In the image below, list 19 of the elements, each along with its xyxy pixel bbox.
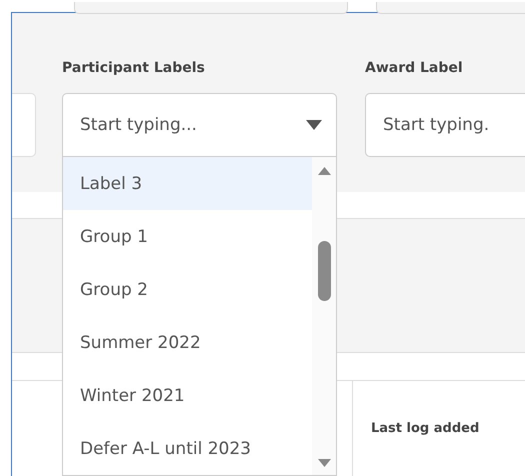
scroll-up-icon[interactable] xyxy=(318,167,331,175)
field-label: Participant Labels xyxy=(62,59,206,78)
dropdown-option[interactable]: Winter 2021 xyxy=(63,369,312,422)
input-field[interactable] xyxy=(12,93,36,157)
dropdown-option[interactable]: Label 3 xyxy=(63,157,312,210)
dropdown-option[interactable]: Group 2 xyxy=(63,263,312,316)
participant-labels-dropdown[interactable]: Start typing... xyxy=(62,93,337,157)
award-label-field[interactable]: Start typing. xyxy=(365,93,525,157)
scrollbar-thumb[interactable] xyxy=(318,241,331,301)
dropdown-option[interactable]: Summer 2022 xyxy=(63,316,312,369)
column-header: Last log added xyxy=(352,381,480,476)
dropdown-option[interactable]: Defer A-L until 2023 xyxy=(63,422,312,475)
dropdown-option[interactable]: Group 1 xyxy=(63,210,312,263)
caret-icon xyxy=(306,120,322,130)
input-field[interactable] xyxy=(74,2,348,14)
field-label: Award Label xyxy=(365,59,464,78)
scroll-down-icon[interactable] xyxy=(318,459,331,467)
scrollbar[interactable] xyxy=(312,157,336,475)
input-field[interactable] xyxy=(376,2,525,14)
